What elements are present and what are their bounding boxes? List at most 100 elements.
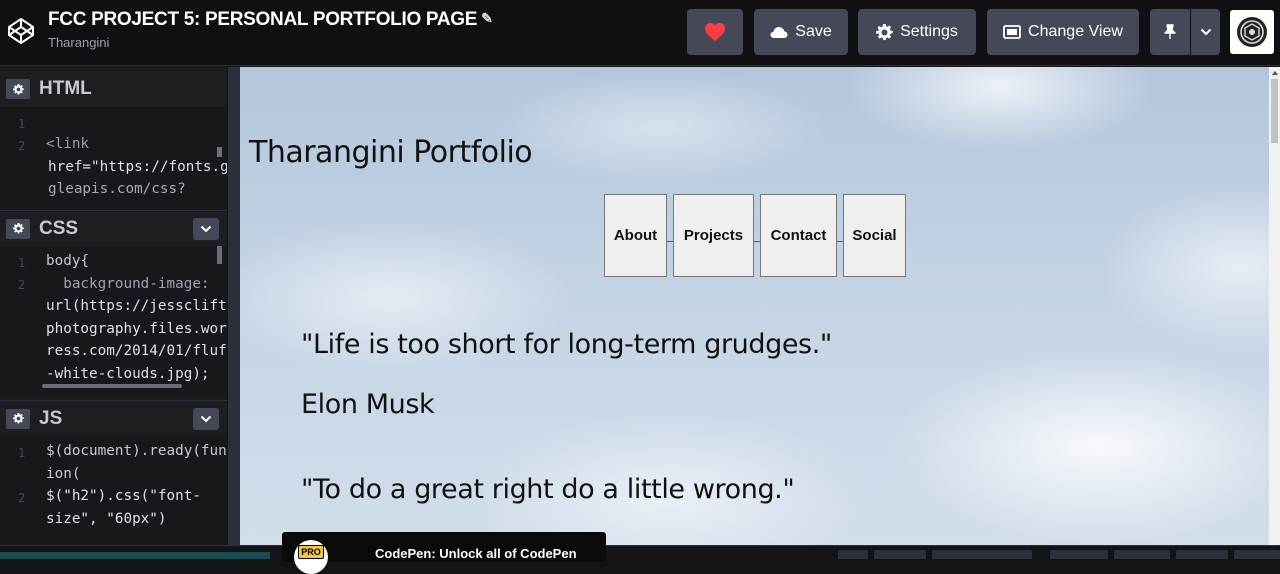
nav-social-button[interactable]: Social bbox=[843, 194, 906, 277]
pin-icon bbox=[1164, 24, 1176, 39]
horizontal-scrollbar[interactable] bbox=[42, 384, 182, 388]
code-token: gleapis.com/css? bbox=[48, 181, 186, 197]
html-pane-header: HTML bbox=[0, 71, 227, 107]
pro-badge-label: PRO bbox=[298, 545, 324, 559]
save-label: Save bbox=[795, 23, 832, 40]
quote-author: Elon Musk bbox=[301, 389, 435, 420]
code-line: -white-clouds.jpg); bbox=[0, 363, 227, 386]
css-collapse-button[interactable] bbox=[193, 218, 219, 240]
code-line: body{ bbox=[0, 250, 227, 273]
code-token: background-image: bbox=[46, 275, 210, 292]
pen-title[interactable]: FCC PROJECT 5: PERSONAL PORTFOLIO PAGE ✎ bbox=[48, 9, 493, 31]
html-pane-title: HTML bbox=[39, 78, 92, 99]
code-token: $("h2").css("font- bbox=[46, 488, 201, 504]
change-view-label: Change View bbox=[1028, 23, 1123, 40]
html-code-area[interactable]: 1 2 <link href="https://fonts.g gleapis.… bbox=[0, 107, 227, 213]
js-collapse-button[interactable] bbox=[193, 408, 219, 430]
gear-icon bbox=[876, 23, 893, 40]
quote-text: "Life is too short for long-term grudges… bbox=[301, 329, 832, 360]
chevron-down-icon bbox=[200, 225, 212, 233]
pro-badge-icon: PRO bbox=[294, 540, 328, 574]
promo-text: CodePen: Unlock all of CodePen bbox=[375, 546, 577, 561]
code-line: <link bbox=[0, 133, 227, 156]
nav-contact-button[interactable]: Contact bbox=[760, 194, 837, 277]
js-code-area[interactable]: 1 2 $(document).ready(fun ion( $("h2").c… bbox=[0, 436, 227, 545]
code-token: ion( bbox=[46, 465, 81, 482]
editor-resize-handle[interactable] bbox=[227, 67, 240, 545]
code-token: body{ bbox=[46, 253, 90, 269]
css-code-area[interactable]: 1 2 body{ background-image: url(https://… bbox=[0, 246, 227, 396]
pin-button[interactable] bbox=[1150, 9, 1190, 55]
html-editor-pane: HTML 1 2 <link href="https://fonts.g gle… bbox=[0, 71, 227, 213]
code-line: url(https://jessclift bbox=[0, 295, 227, 318]
line-number: 2 bbox=[18, 139, 26, 153]
avatar-image bbox=[1237, 17, 1267, 47]
css-pane-title: CSS bbox=[39, 217, 79, 239]
chevron-down-icon bbox=[200, 415, 212, 423]
pen-title-text: FCC PROJECT 5: PERSONAL PORTFOLIO PAGE bbox=[48, 9, 478, 30]
cloud-icon bbox=[770, 26, 788, 38]
code-token: ress.com/2014/01/fluf bbox=[46, 343, 227, 359]
gear-icon bbox=[12, 83, 24, 94]
change-view-button[interactable]: Change View bbox=[987, 9, 1139, 55]
code-line: $(document).ready(fun bbox=[0, 440, 227, 463]
nav-link-gap bbox=[754, 194, 760, 277]
pen-title-block: FCC PROJECT 5: PERSONAL PORTFOLIO PAGE ✎ … bbox=[48, 9, 493, 50]
preview-scrollbar[interactable] bbox=[1269, 67, 1280, 545]
scroll-up-arrow-icon[interactable] bbox=[1272, 71, 1278, 75]
codepen-logo-icon[interactable] bbox=[6, 16, 36, 46]
code-token: <link bbox=[46, 136, 90, 152]
site-title: Tharangini Portfolio bbox=[249, 135, 533, 170]
settings-button[interactable]: Settings bbox=[858, 9, 976, 55]
nav-projects-button[interactable]: Projects bbox=[673, 194, 754, 277]
line-number: 1 bbox=[18, 117, 26, 131]
line-number: 2 bbox=[18, 278, 26, 292]
bottom-bar bbox=[0, 545, 1280, 559]
editor-column: HTML 1 2 <link href="https://fonts.g gle… bbox=[0, 67, 227, 545]
chevron-down-icon bbox=[1200, 28, 1211, 36]
save-button[interactable]: Save bbox=[754, 9, 848, 55]
preview-frame[interactable]: Tharangini Portfolio About Projects Cont… bbox=[240, 67, 1269, 545]
code-token: $(document).ready(fun bbox=[46, 443, 227, 459]
code-line: gleapis.com/css? bbox=[0, 178, 227, 201]
line-number: 2 bbox=[18, 491, 26, 505]
js-pane-header: JS bbox=[0, 400, 227, 436]
code-token: size", "60px") bbox=[46, 510, 167, 527]
pin-menu-button[interactable] bbox=[1191, 9, 1220, 55]
scrollbar-thumb[interactable] bbox=[1271, 79, 1278, 143]
gear-icon bbox=[12, 413, 24, 424]
settings-label: Settings bbox=[900, 23, 958, 40]
gear-icon bbox=[12, 223, 24, 234]
code-line: $("h2").css("font- bbox=[0, 485, 227, 508]
code-line: size", "60px") bbox=[0, 508, 227, 531]
pencil-icon[interactable]: ✎ bbox=[481, 10, 493, 27]
site-nav: About Projects Contact Social bbox=[604, 194, 906, 277]
code-token: -white-clouds.jpg); bbox=[46, 365, 210, 382]
code-line: photography.files.wor bbox=[0, 318, 227, 341]
heart-button[interactable] bbox=[687, 9, 743, 55]
css-settings-button[interactable] bbox=[6, 218, 30, 239]
nav-about-button[interactable]: About bbox=[604, 194, 667, 277]
quote-text: "To do a great right do a little wrong." bbox=[301, 474, 795, 505]
code-token: photography.files.wor bbox=[46, 320, 227, 337]
nav-link-gap bbox=[837, 194, 843, 277]
vertical-scrollbar[interactable] bbox=[217, 246, 222, 264]
code-token: href="https://fonts.g bbox=[48, 158, 227, 175]
layout-icon bbox=[1003, 25, 1021, 39]
app-header: FCC PROJECT 5: PERSONAL PORTFOLIO PAGE ✎ … bbox=[0, 0, 1280, 66]
line-number: 1 bbox=[18, 446, 26, 460]
nav-link-gap bbox=[667, 194, 673, 277]
js-editor-pane: JS 1 2 $(document).ready(fun ion( $("h2"… bbox=[0, 400, 227, 545]
user-avatar[interactable] bbox=[1230, 10, 1274, 54]
js-settings-button[interactable] bbox=[6, 408, 30, 429]
css-editor-pane: CSS 1 2 body{ background-image: url(http… bbox=[0, 210, 227, 396]
vertical-scrollbar[interactable] bbox=[217, 147, 222, 157]
code-line: background-image: bbox=[0, 273, 227, 296]
code-line: href="https://fonts.g bbox=[0, 156, 227, 179]
code-token: url(https://jessclift bbox=[46, 298, 227, 314]
pen-author[interactable]: Tharangini bbox=[48, 35, 493, 50]
html-settings-button[interactable] bbox=[6, 79, 30, 99]
js-pane-title: JS bbox=[39, 407, 63, 429]
code-line: ress.com/2014/01/fluf bbox=[0, 340, 227, 363]
css-pane-header: CSS bbox=[0, 210, 227, 246]
